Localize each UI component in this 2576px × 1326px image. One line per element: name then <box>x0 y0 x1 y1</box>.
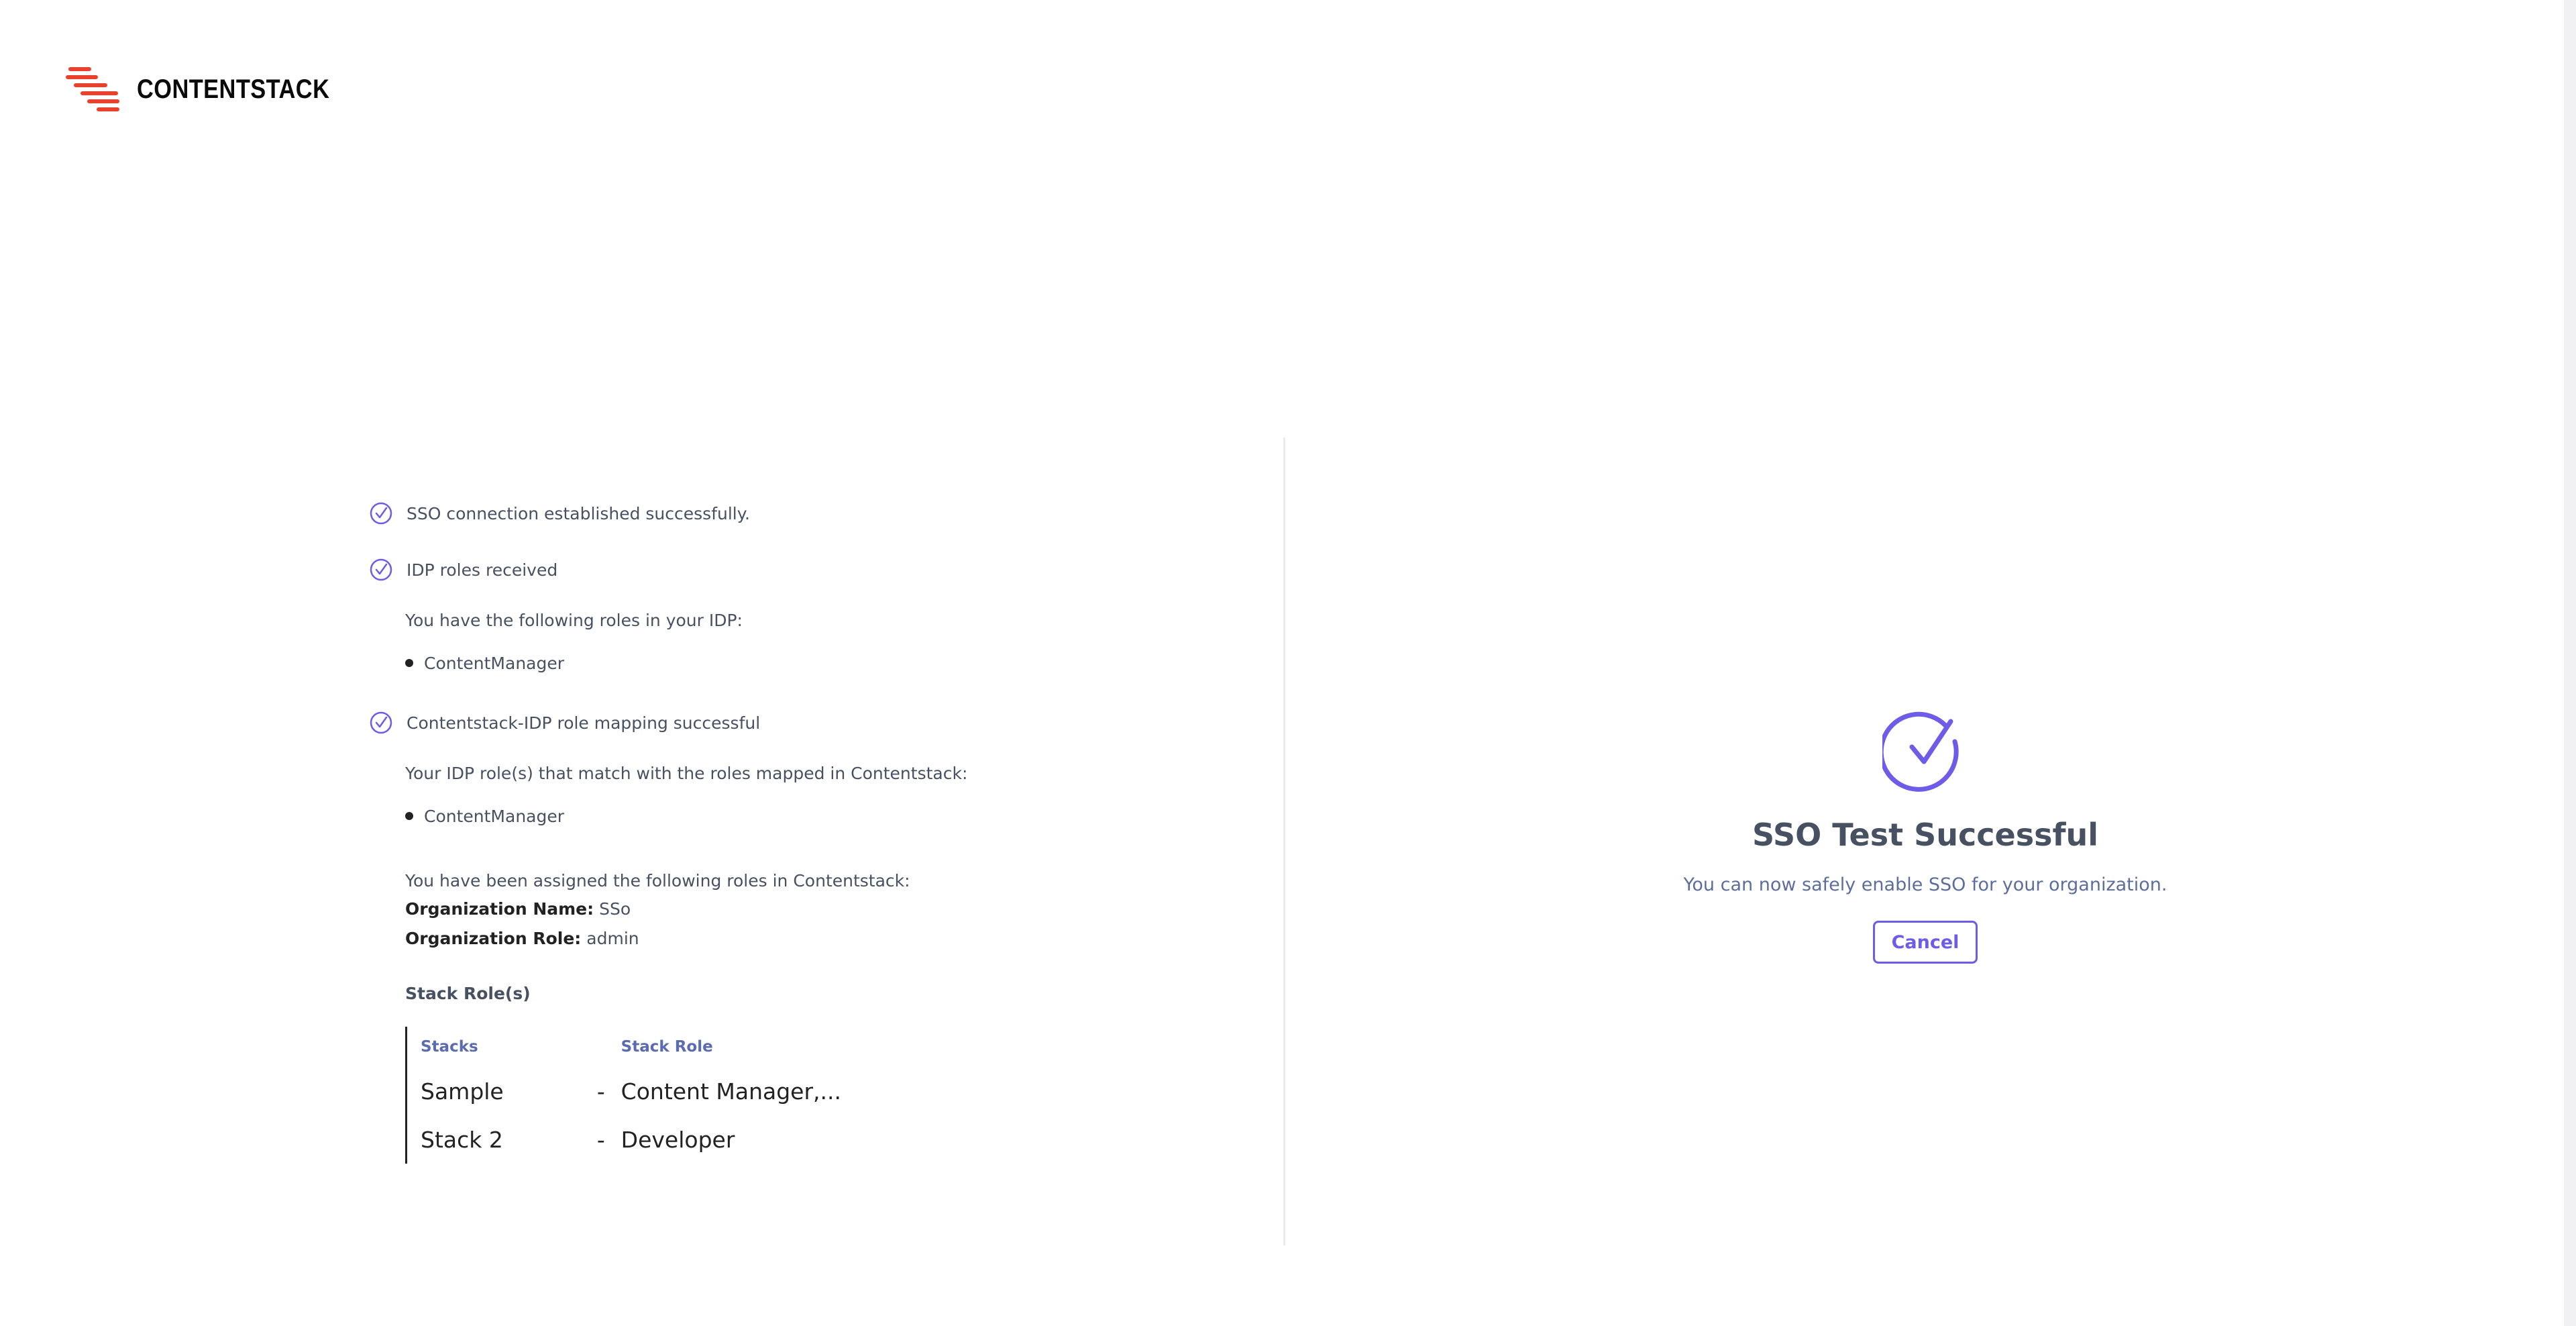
stack-roles-title: Stack Role(s) <box>405 983 531 1003</box>
page-scrollbar[interactable] <box>2564 0 2576 1326</box>
check-circle-icon <box>370 502 392 525</box>
assigned-roles-intro: You have been assigned the following rol… <box>405 870 910 890</box>
idp-role: ContentManager <box>424 653 565 673</box>
table-row: Stack 2 - Developer <box>421 1115 875 1164</box>
contentstack-logo: CONTENTSTACK <box>66 66 361 113</box>
column-header-stacks: Stacks <box>421 1038 478 1056</box>
column-header-stack-role: Stack Role <box>621 1038 713 1056</box>
bullet-icon <box>405 659 413 667</box>
status-text: IDP roles received <box>407 560 558 580</box>
sso-connection-status: SSO connection established successfully. <box>369 497 1241 530</box>
stack-name: Sample <box>421 1078 504 1105</box>
sso-results-panel: SSO connection established successfully.… <box>369 497 1241 1164</box>
table-header: Stacks Stack Role <box>421 1027 875 1067</box>
list-item: ContentManager <box>405 803 1241 829</box>
status-text: SSO connection established successfully. <box>407 503 750 523</box>
role-mapping-status: Contentstack-IDP role mapping successful <box>369 706 1241 740</box>
status-text: Contentstack-IDP role mapping successful <box>407 713 761 733</box>
cancel-button[interactable]: Cancel <box>1873 921 1978 964</box>
stack-role: Content Manager,... <box>621 1078 842 1105</box>
separator: - <box>596 1126 605 1153</box>
success-title: SSO Test Successful <box>1752 817 2099 853</box>
success-subtitle: You can now safely enable SSO for your o… <box>1683 874 2167 895</box>
matched-roles-intro: Your IDP role(s) that match with the rol… <box>405 763 968 783</box>
stack-name: Stack 2 <box>421 1126 503 1153</box>
contentstack-logo-icon <box>66 67 119 111</box>
check-circle-icon <box>370 711 392 734</box>
organization-name-label: Organization Name: <box>405 899 594 919</box>
idp-roles-status: IDP roles received <box>369 553 1241 586</box>
check-circle-icon <box>1878 711 1959 792</box>
organization-role: Organization Role: admin <box>405 923 1241 953</box>
stack-roles-table: Stacks Stack Role Sample - Content Manag… <box>405 1027 875 1164</box>
vertical-divider <box>1283 438 1285 1245</box>
separator: - <box>596 1078 605 1105</box>
sso-success-panel: SSO Test Successful You can now safely e… <box>1610 708 2241 964</box>
organization-name: Organization Name: SSo <box>405 894 1241 923</box>
check-circle-icon <box>370 558 392 581</box>
matched-role: ContentManager <box>424 806 565 826</box>
logo-wordmark: CONTENTSTACK <box>137 74 330 104</box>
organization-role-value: admin <box>586 928 639 948</box>
bullet-icon <box>405 812 413 820</box>
organization-role-label: Organization Role: <box>405 928 582 948</box>
idp-roles-intro: You have the following roles in your IDP… <box>405 610 743 630</box>
list-item: ContentManager <box>405 650 1241 676</box>
table-row: Sample - Content Manager,... <box>421 1067 875 1115</box>
organization-name-value: SSo <box>599 899 631 919</box>
stack-role: Developer <box>621 1126 735 1153</box>
